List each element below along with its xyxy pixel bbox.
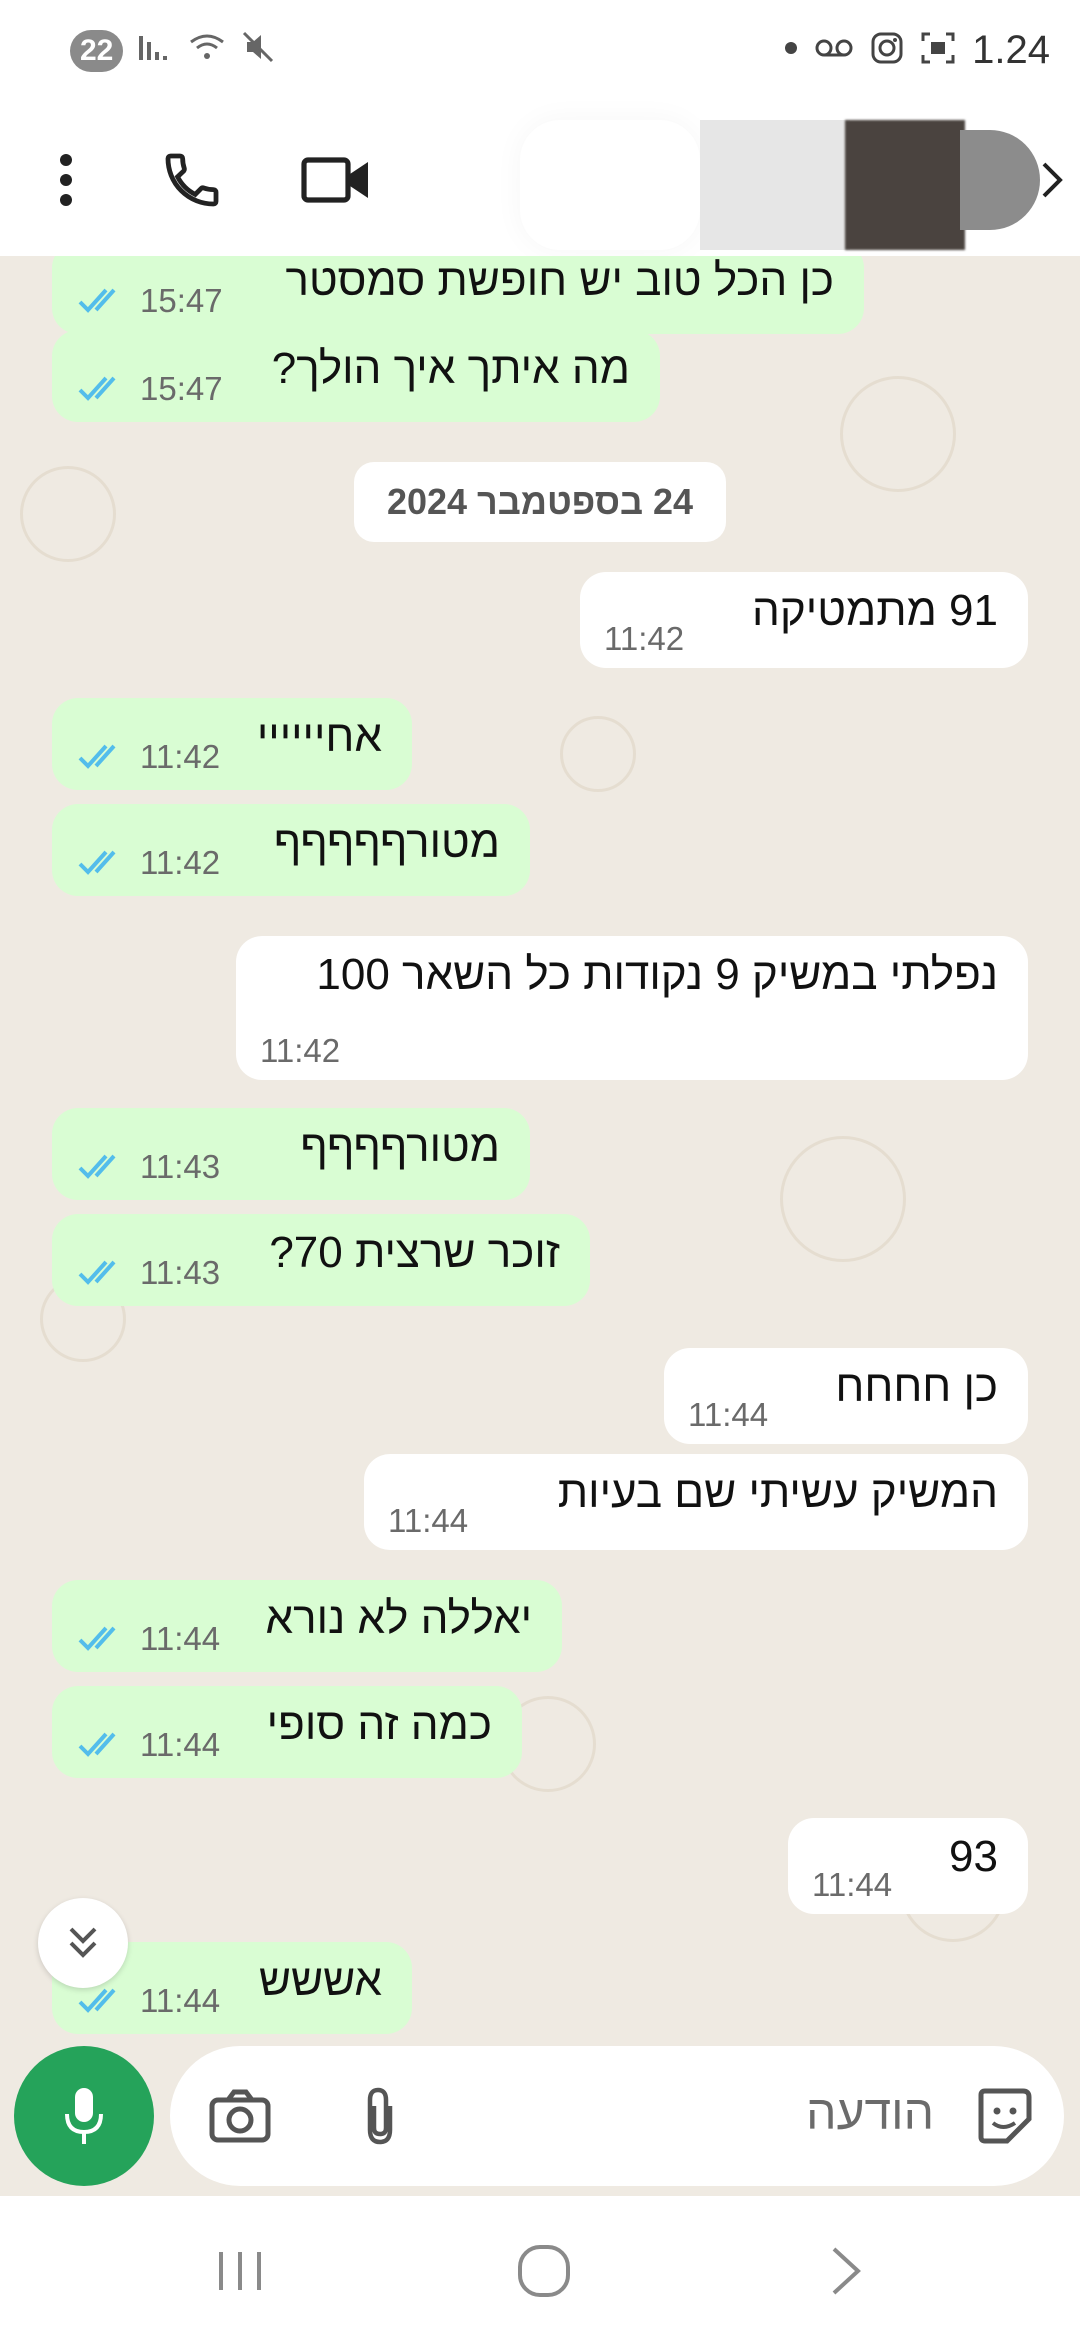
message-text: מה איתך איך הולך? [271,344,630,393]
chat-header [0,110,1080,257]
menu-icon[interactable] [26,140,106,220]
message-text: 91 מתמטיקה [751,586,998,635]
message-text: אששש [258,1956,382,2005]
message-outgoing[interactable]: מה איתך איך הולך? 15:47 [52,330,660,422]
wifi-icon [187,32,227,70]
recents-icon[interactable] [190,2226,290,2316]
camera-icon[interactable] [200,2076,280,2156]
message-input[interactable]: הודעה [806,2086,934,2141]
message-time: 11:44 [388,1502,469,1539]
mute-icon [241,30,275,72]
read-receipt-icon [78,1154,116,1179]
message-time: 11:42 [140,738,221,775]
message-time: 11:44 [688,1396,769,1433]
clock: 1‎.24 [972,28,1050,72]
message-composer[interactable]: הודעה [170,2046,1064,2186]
message-text: 93 [949,1832,998,1881]
message-time: 11:44 [140,1620,221,1657]
message-outgoing[interactable]: מטורףףףף 11:43 [52,1108,530,1200]
dot-icon [784,41,798,60]
system-nav-bar [0,2196,1080,2340]
voicemail-icon [814,37,854,64]
read-receipt-icon [78,744,116,769]
message-time: 11:44 [812,1866,893,1903]
home-icon[interactable] [494,2226,594,2316]
status-bar: 22 1‎.24 [0,0,1080,110]
back-icon[interactable] [796,2226,896,2316]
message-outgoing[interactable]: זוכר שרצית 70? 11:43 [52,1214,590,1306]
contact-info[interactable] [500,110,1040,256]
message-text: מטורףףףף [300,1122,500,1171]
message-time: 11:44 [140,1982,221,2019]
message-time: 11:44 [140,1726,221,1763]
message-time: 11:42 [140,844,221,881]
mic-icon [65,2088,103,2144]
read-receipt-icon [78,288,116,313]
attach-icon[interactable] [340,2076,420,2156]
message-incoming[interactable]: כן חחחח 11:44 [664,1348,1028,1444]
phone-icon[interactable] [152,140,232,220]
read-receipt-icon [78,1988,116,2013]
message-time: 11:43 [140,1148,221,1185]
message-outgoing[interactable]: מטורףףףףף 11:42 [52,804,530,896]
message-text: אחיייייי [256,712,382,761]
message-outgoing[interactable]: יאללה לא נורא 11:44 [52,1580,562,1672]
message-time: 15:47 [140,282,223,319]
message-incoming[interactable]: 91 מתמטיקה 11:42 [580,572,1028,668]
message-outgoing[interactable]: אחיייייי 11:42 [52,698,412,790]
message-incoming[interactable]: 93 11:44 [788,1818,1028,1914]
message-text: יאללה לא נורא [265,1594,532,1643]
message-time: 11:42 [260,1032,341,1069]
signal-icon [137,32,173,70]
mic-button[interactable] [14,2046,154,2186]
message-text: מטורףףףףף [273,818,500,867]
notification-count-badge: 22 [70,30,124,72]
message-outgoing[interactable]: כן הכל טוב יש חופשת סמסטר 15:47 [52,256,864,334]
message-incoming[interactable]: המשיק עשיתי שם בעיות 11:44 [364,1454,1028,1550]
screenshot-icon [920,31,956,70]
instagram-icon [870,31,904,70]
read-receipt-icon [78,1732,116,1757]
message-time: 11:43 [140,1254,221,1291]
message-outgoing[interactable]: כמה זה סופי 11:44 [52,1686,522,1778]
read-receipt-icon [78,850,116,875]
date-separator: 24 בספטמבר 2024 [354,462,726,542]
double-chevron-down-icon [69,1927,97,1958]
message-text: כן חחחח [835,1362,998,1411]
back-icon[interactable] [1026,140,1080,220]
message-text: כן הכל טוב יש חופשת סמסטר [285,256,834,305]
message-text: נפלתי במשיק 9 נקודות כל השאר 100 [316,950,998,999]
message-incoming[interactable]: נפלתי במשיק 9 נקודות כל השאר 100 11:42 [236,936,1028,1080]
read-receipt-icon [78,1260,116,1285]
message-text: זוכר שרצית 70? [269,1228,560,1277]
message-time: 11:42 [604,620,685,657]
message-text: כמה זה סופי [266,1700,492,1749]
video-call-icon[interactable] [296,140,376,220]
read-receipt-icon [78,1626,116,1651]
message-text: המשיק עשיתי שם בעיות [557,1468,998,1517]
message-time: 15:47 [140,370,223,407]
chat-messages[interactable]: כן הכל טוב יש חופשת סמסטר 15:47 מה איתך … [0,256,1080,2036]
read-receipt-icon [78,376,116,401]
scroll-to-bottom-button[interactable] [38,1898,128,1988]
sticker-icon[interactable] [964,2076,1044,2156]
